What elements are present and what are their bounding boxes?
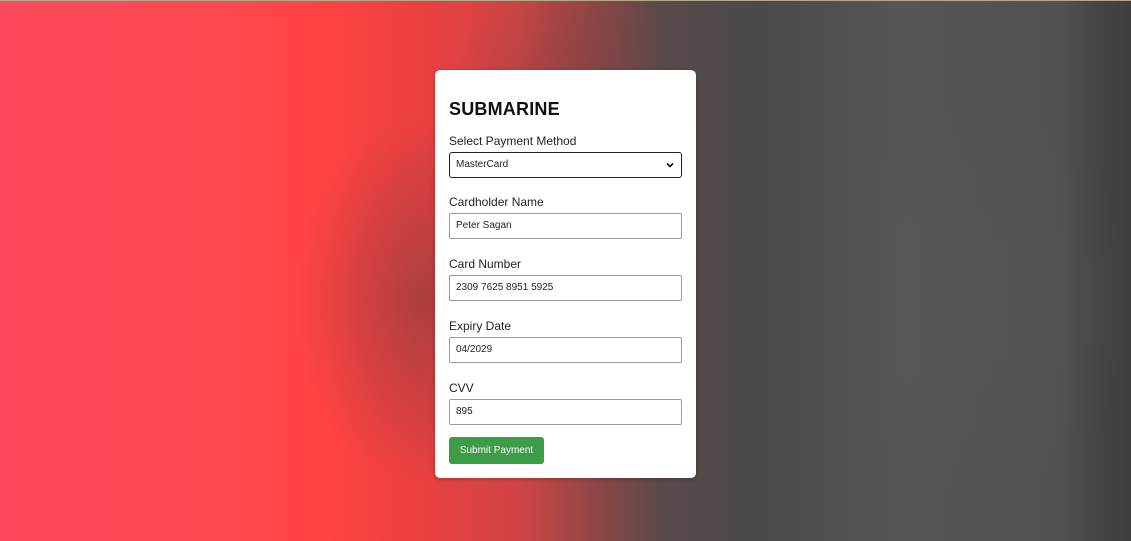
cvv-input[interactable]: 895 — [449, 399, 682, 425]
cvv-label: CVV — [449, 381, 474, 395]
payment-method-selected-value: MasterCard — [456, 159, 509, 170]
submit-payment-button[interactable]: Submit Payment — [449, 437, 544, 464]
expiry-date-label: Expiry Date — [449, 319, 512, 333]
payment-method-select[interactable]: MasterCard — [449, 152, 682, 178]
cardholder-name-input[interactable]: Peter Sagan — [449, 213, 682, 239]
payment-method-label: Select Payment Method — [449, 134, 577, 148]
chevron-down-icon — [666, 162, 674, 168]
form-title: SUBMARINE — [449, 99, 560, 119]
payment-form-card: SUBMARINE Select Payment Method MasterCa… — [435, 70, 696, 478]
cardholder-name-label: Cardholder Name — [449, 195, 544, 209]
card-number-label: Card Number — [449, 257, 522, 271]
expiry-date-input[interactable]: 04/2029 — [449, 337, 682, 363]
top-border — [0, 0, 1131, 1]
card-number-input[interactable]: 2309 7625 8951 5925 — [449, 275, 682, 301]
